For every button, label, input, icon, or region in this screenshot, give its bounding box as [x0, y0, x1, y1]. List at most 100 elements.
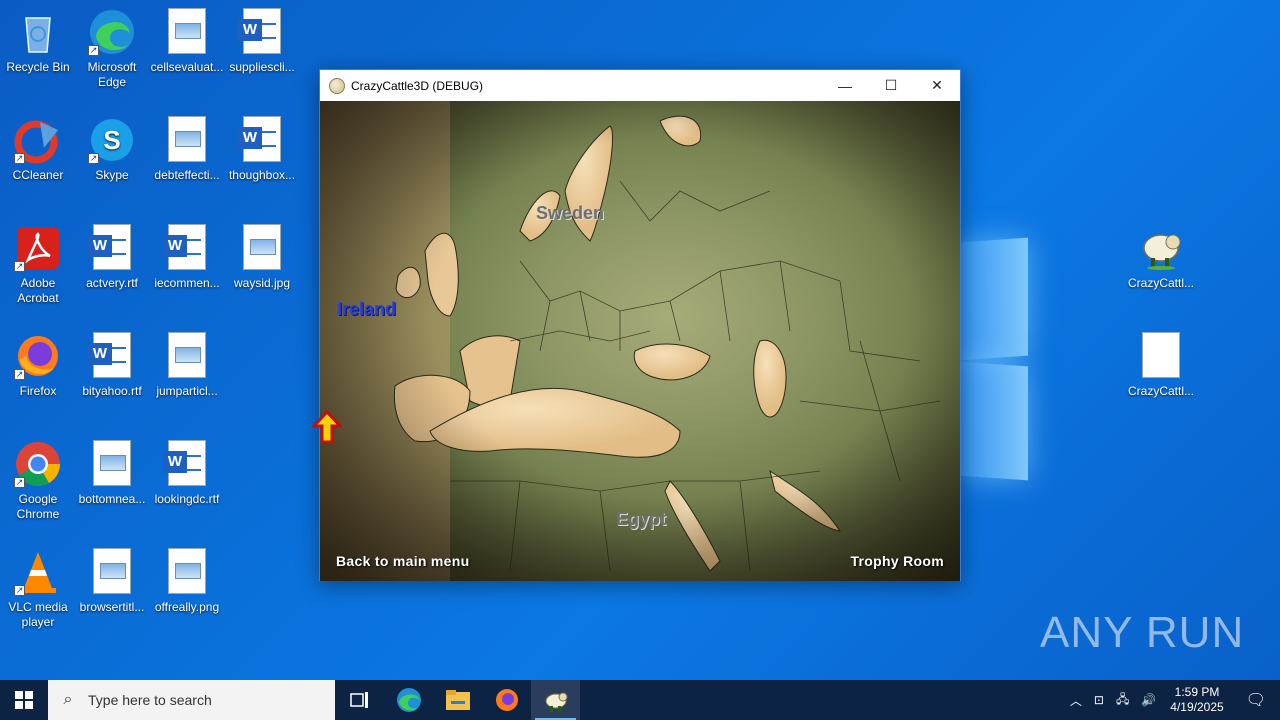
taskbar: ⌕ Type here to search ︿ ⊡ 🖧 🔊 1:59 PM 4/… [0, 680, 1280, 720]
desktop-icon-label: Google Chrome [16, 492, 60, 521]
desktop-icon-vlc[interactable]: ↗ VLC media player [0, 548, 76, 630]
anyrun-watermark: ANY RUN [1040, 608, 1248, 658]
desktop-icon-label: Skype [95, 168, 129, 182]
desktop-icon-lookingdc[interactable]: W lookingdc.rtf [149, 440, 225, 507]
start-button[interactable] [0, 680, 48, 720]
desktop-icon-skype[interactable]: S ↗ Skype [74, 116, 150, 183]
desktop-icon-label: bottomnea... [78, 492, 146, 506]
taskbar-clock[interactable]: 1:59 PM 4/19/2025 [1162, 685, 1231, 715]
window-title: CrazyCattle3D (DEBUG) [351, 78, 484, 93]
desktop-icon-firefox[interactable]: ↗ Firefox [0, 332, 76, 399]
desktop-icon-edge[interactable]: ↗ Microsoft Edge [74, 8, 150, 90]
desktop-icon-jumparticl[interactable]: jumparticl... [149, 332, 225, 399]
task-view-icon [349, 692, 368, 708]
svg-text:S: S [103, 125, 120, 155]
word-doc-icon: W [163, 224, 211, 272]
desktop-icon-crazycattle-file[interactable]: CrazyCattl... [1123, 332, 1199, 399]
sheep-icon [545, 692, 567, 712]
map-label-egypt[interactable]: Egypt [616, 509, 666, 530]
game-map-canvas[interactable]: Sweden Ireland Egypt Back to main menu T… [320, 101, 960, 581]
clock-date: 4/19/2025 [1170, 700, 1224, 714]
task-view-button[interactable] [335, 680, 384, 720]
desktop-icon-label: jumparticl... [156, 384, 218, 398]
watermark-text: ANY RUN [1040, 608, 1245, 657]
desktop-icon-label: iecommen... [154, 276, 220, 290]
word-doc-icon: W [88, 224, 136, 272]
desktop-icon-waysid[interactable]: waysid.jpg [224, 224, 300, 291]
chrome-icon: ↗ [14, 440, 62, 488]
desktop-icon-iecommen[interactable]: W iecommen... [149, 224, 225, 291]
desktop-icon-debteffecti[interactable]: debteffecti... [149, 116, 225, 183]
meet-now-icon[interactable]: ⊡ [1088, 693, 1110, 707]
desktop-icon-label: cellsevaluat... [150, 60, 224, 74]
sheep-icon [1137, 224, 1185, 272]
maximize-button[interactable]: ☐ [868, 70, 914, 101]
desktop-icon-label: suppliescli... [229, 60, 295, 74]
firefox-icon [495, 689, 518, 711]
minimize-button[interactable]: — [822, 70, 868, 101]
windows-wallpaper-logo [960, 237, 1030, 481]
taskbar-file-explorer[interactable] [433, 680, 482, 720]
word-doc-icon: W [163, 440, 211, 488]
desktop-icon-label: offreally.png [154, 600, 220, 614]
trophy-room-button[interactable]: Trophy Room [850, 553, 944, 569]
close-button[interactable]: ✕ [914, 70, 960, 101]
word-doc-icon: W [238, 116, 286, 164]
notification-icon[interactable]: 🗨 [1232, 690, 1280, 710]
window-titlebar[interactable]: CrazyCattle3D (DEBUG) — ☐ ✕ [320, 70, 960, 101]
image-file-icon [163, 332, 211, 380]
desktop-icon-label: CrazyCattl... [1127, 276, 1194, 290]
desktop-icon-label: Recycle Bin [6, 60, 70, 74]
skype-icon: S ↗ [88, 116, 136, 164]
desktop-icon-label: CrazyCattl... [1127, 384, 1194, 398]
desktop-icon-bityahoo[interactable]: W bityahoo.rtf [74, 332, 150, 399]
image-file-icon [163, 116, 211, 164]
desktop-icon-google-chrome[interactable]: ↗ Google Chrome [0, 440, 76, 522]
desktop-icon-thoughbox[interactable]: W thoughbox... [224, 116, 300, 183]
taskbar-firefox[interactable] [482, 680, 531, 720]
desktop-icon-crazycattle-exe[interactable]: CrazyCattl... [1123, 224, 1199, 291]
desktop-icon-adobe-acrobat[interactable]: ↗ Adobe Acrobat [0, 224, 76, 306]
desktop-icon-label: Adobe Acrobat [17, 276, 59, 305]
desktop-icon-browsertitl[interactable]: browsertitl... [74, 548, 150, 615]
desktop-icon-bottomnea[interactable]: bottomnea... [74, 440, 150, 507]
windows-icon [15, 691, 33, 709]
desktop-icon-actvery[interactable]: W actvery.rtf [74, 224, 150, 291]
desktop-icon-label: Firefox [19, 384, 57, 398]
image-file-icon [238, 224, 286, 272]
desktop-icon-suppliescli[interactable]: W suppliescli... [224, 8, 300, 75]
crazycattle-window: CrazyCattle3D (DEBUG) — ☐ ✕ Sweden Irela… [319, 69, 961, 581]
volume-icon[interactable]: 🔊 [1135, 693, 1162, 707]
map-label-ireland[interactable]: Ireland [337, 299, 396, 320]
desktop-icon-label: debteffecti... [154, 168, 220, 182]
network-icon[interactable]: 🖧 [1110, 690, 1135, 711]
desktop-icon-ccleaner[interactable]: ↗ CCleaner [0, 116, 76, 183]
taskbar-edge[interactable] [384, 680, 433, 720]
image-file-icon [88, 548, 136, 596]
desktop-icon-label: actvery.rtf [86, 276, 138, 290]
edge-icon [396, 688, 421, 712]
desktop-icon-label: VLC media player [8, 600, 68, 629]
search-placeholder: Type here to search [88, 692, 212, 708]
desktop-icon-offreally[interactable]: offreally.png [149, 548, 225, 615]
back-to-main-menu-button[interactable]: Back to main menu [336, 553, 469, 569]
desktop-icon-label: thoughbox... [228, 168, 296, 182]
acrobat-icon: ↗ [14, 224, 62, 272]
desktop-icon-label: CCleaner [12, 168, 64, 182]
image-file-icon [163, 548, 211, 596]
desktop-icon-label: browsertitl... [79, 600, 145, 614]
desktop-icon-label: lookingdc.rtf [154, 492, 220, 506]
desktop-icon-cellsevaluat[interactable]: cellsevaluat... [149, 8, 225, 75]
image-file-icon [88, 440, 136, 488]
taskbar-search-box[interactable]: ⌕ Type here to search [48, 680, 335, 720]
chevron-up-icon[interactable]: ︿ [1064, 692, 1088, 709]
taskbar-crazycattle[interactable] [531, 680, 580, 720]
desktop-icon-recycle-bin[interactable]: Recycle Bin [0, 8, 76, 75]
map-label-sweden[interactable]: Sweden [536, 203, 604, 224]
word-doc-icon: W [238, 8, 286, 56]
desktop-icon-label: waysid.jpg [233, 276, 291, 290]
system-tray: ︿ ⊡ 🖧 🔊 1:59 PM 4/19/2025 🗨 [1064, 680, 1280, 720]
desktop-icon-label: Microsoft Edge [87, 60, 137, 89]
sheep-app-icon [329, 77, 345, 94]
desktop-icon-label: bityahoo.rtf [82, 384, 142, 398]
